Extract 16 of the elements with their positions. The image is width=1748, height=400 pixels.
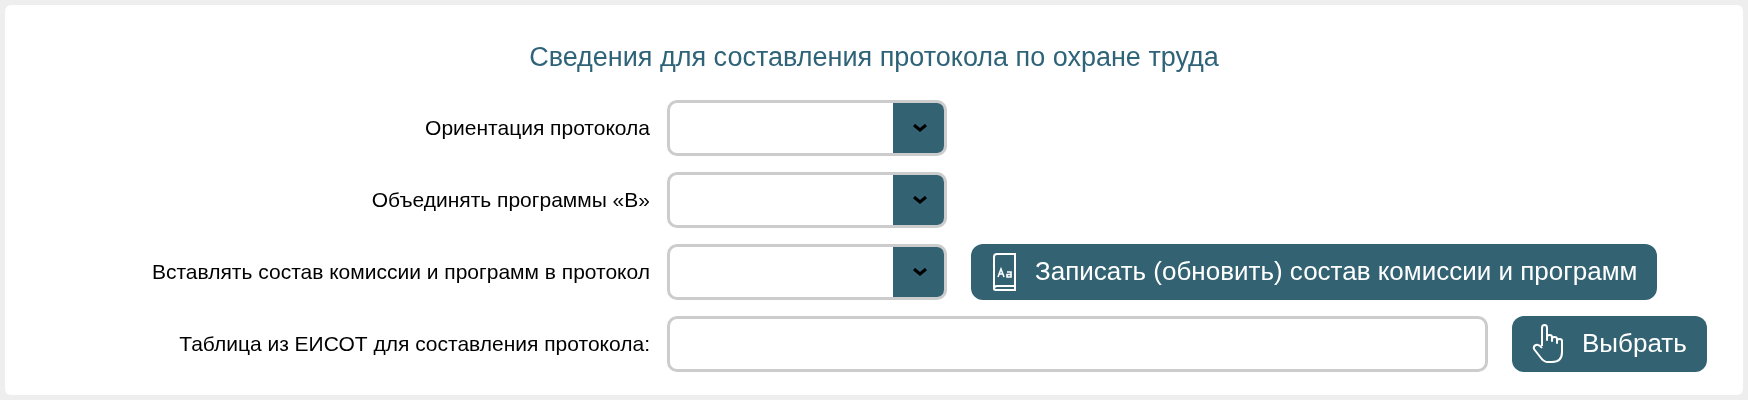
input-field[interactable] — [667, 315, 1488, 372]
pointing-hand-icon — [1532, 323, 1564, 364]
book-icon — [991, 252, 1017, 291]
form-title: Сведения для составления протокола по охране труда — [529, 41, 1219, 74]
field-label: Вставлять состав комиссии и программ в протокол — [150, 258, 650, 285]
field-label: Таблица из ЕИСОТ для составления протокола: — [178, 330, 650, 357]
chevron-down-icon — [913, 195, 927, 204]
field-label: Ориентация протокола — [424, 114, 650, 141]
dropdown[interactable] — [667, 99, 947, 156]
field-label: Объединять программы «В» — [370, 186, 650, 213]
dropdown[interactable] — [667, 243, 947, 300]
chevron-down-icon — [913, 267, 927, 276]
action-button[interactable]: Выбрать — [1512, 315, 1707, 372]
action-button[interactable]: Записать (обновить) состав комиссии и программ — [971, 243, 1658, 300]
dropdown[interactable] — [667, 171, 947, 228]
chevron-down-icon — [913, 123, 927, 132]
